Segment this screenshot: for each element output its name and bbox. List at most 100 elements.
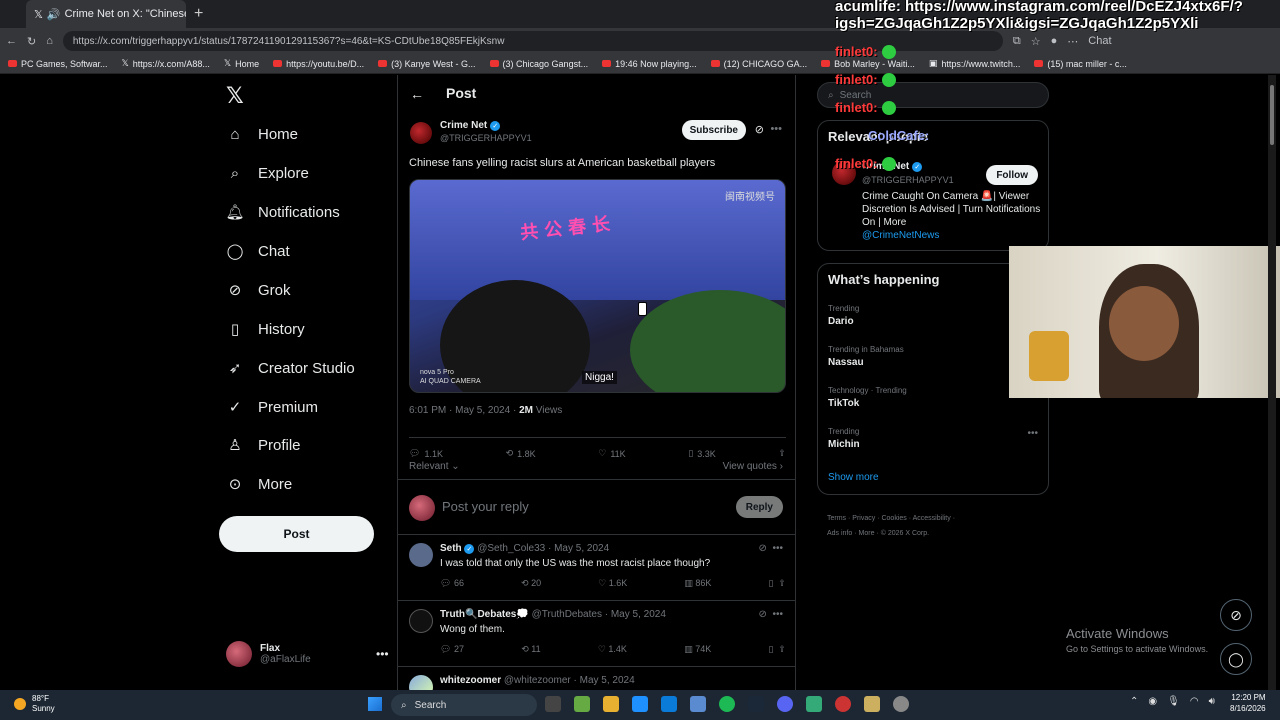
nav-history[interactable]: ▯ History bbox=[226, 320, 305, 339]
show-more-link[interactable]: Show more bbox=[828, 472, 879, 483]
x-logo-icon[interactable]: 𝕏 bbox=[226, 83, 244, 109]
bookmark-item[interactable]: 19:46 Now playing... bbox=[602, 59, 697, 69]
bookmark-item[interactable]: 𝕏https://x.com/A88... bbox=[122, 58, 210, 69]
notepad-icon[interactable] bbox=[806, 696, 822, 712]
follow-button[interactable]: Follow bbox=[986, 165, 1038, 185]
nav-premium[interactable]: ✓ Premium bbox=[226, 398, 318, 417]
reply-menu[interactable]: ⊘ ••• bbox=[759, 543, 783, 554]
windows-start-icon[interactable] bbox=[368, 697, 382, 711]
subscribe-button[interactable]: Subscribe bbox=[681, 120, 746, 140]
footer-link[interactable]: Accessibility bbox=[913, 515, 951, 522]
app-icon[interactable] bbox=[661, 696, 677, 712]
trend-item[interactable]: Technology · Trending TikTok bbox=[828, 386, 907, 409]
like-action[interactable]: ♡ 11K bbox=[598, 448, 625, 459]
task-view-icon[interactable] bbox=[545, 696, 561, 712]
browser-tab[interactable]: 𝕏 🔊 Crime Net on X: "Chinese fans ✕ bbox=[26, 0, 186, 28]
list-item[interactable]: Seth ✓ @Seth_Cole33 · May 5, 2024 ⊘ ••• … bbox=[398, 535, 795, 601]
repost-action[interactable]: ⟲ 20 bbox=[521, 578, 541, 589]
repost-action[interactable]: ⟲ 11 bbox=[521, 644, 540, 655]
grok-icon[interactable]: ⊘ bbox=[755, 123, 764, 136]
folder-icon[interactable] bbox=[603, 696, 619, 712]
bio-link[interactable]: @CrimeNetNews bbox=[862, 230, 939, 241]
list-item[interactable]: whitezoomer @whitezoomer · May 5, 2024 bbox=[398, 667, 795, 690]
nav-creator-studio[interactable]: ➶ Creator Studio bbox=[226, 359, 355, 378]
trend-item[interactable]: Trending Dario bbox=[828, 304, 859, 327]
reload-icon[interactable]: ↻ bbox=[27, 35, 36, 48]
extensions-icon[interactable]: ⧉ bbox=[1013, 35, 1021, 48]
new-tab-icon[interactable]: + bbox=[194, 5, 203, 23]
app-icon[interactable] bbox=[864, 696, 880, 712]
footer-link[interactable]: Cookies bbox=[881, 515, 906, 522]
taskbar-clock[interactable]: 12:20 PM 8/16/2026 bbox=[1230, 693, 1266, 715]
nav-more[interactable]: ⊙ More bbox=[226, 475, 292, 494]
bookmark-item[interactable]: PC Games, Softwar... bbox=[8, 59, 108, 69]
nav-grok[interactable]: ⊘ Grok bbox=[226, 281, 291, 300]
sort-dropdown[interactable]: Relevant ⌄ bbox=[409, 461, 460, 472]
footer-link[interactable]: Terms bbox=[827, 515, 846, 522]
list-item[interactable]: Truth🔍Debates💭 @TruthDebates · May 5, 20… bbox=[398, 601, 795, 667]
grok-float-button[interactable]: ⊘ bbox=[1220, 599, 1252, 631]
bookmark-action[interactable]: ▯ 3.3K bbox=[688, 448, 715, 459]
volume-icon[interactable]: 🔊︎ bbox=[1209, 696, 1215, 707]
app-icon[interactable] bbox=[574, 696, 590, 712]
bookmark-share-actions[interactable]: ▯ ⇪ bbox=[768, 578, 786, 589]
bookmark-item[interactable]: (3) Chicago Gangst... bbox=[489, 59, 588, 69]
share-action[interactable]: ⇪ bbox=[778, 448, 786, 459]
wifi-icon[interactable]: ◠ bbox=[1190, 696, 1199, 707]
messages-float-button[interactable]: ◯ bbox=[1220, 643, 1252, 675]
footer-link[interactable]: More bbox=[859, 530, 875, 537]
post-button[interactable]: Post bbox=[219, 516, 374, 552]
scrollbar[interactable] bbox=[1268, 75, 1276, 690]
chevron-up-icon[interactable]: ⌃ bbox=[1130, 696, 1138, 707]
reply-input[interactable]: Post your reply bbox=[442, 499, 529, 514]
like-action[interactable]: ♡ 1.6K bbox=[598, 578, 627, 589]
author-avatar[interactable] bbox=[410, 122, 432, 144]
back-icon[interactable]: ← bbox=[6, 35, 17, 47]
author-handle[interactable]: @TRIGGERHAPPYV1 bbox=[440, 133, 532, 143]
discord-icon[interactable] bbox=[777, 696, 793, 712]
bookmark-item[interactable]: (15) mac miller - c... bbox=[1034, 59, 1127, 69]
more-dots-icon[interactable]: ••• bbox=[770, 123, 782, 135]
bookmark-item[interactable]: https://youtu.be/D... bbox=[273, 59, 364, 69]
bookmark-item[interactable]: 𝕏 Home bbox=[224, 58, 259, 69]
bookmark-share-actions[interactable]: ▯ ⇪ bbox=[768, 644, 786, 655]
bookmark-item[interactable]: (3) Kanye West - G... bbox=[378, 59, 476, 69]
taskbar-search[interactable]: ⌕ Search bbox=[391, 694, 537, 716]
reply-action[interactable]: 💬︎ 66 bbox=[440, 578, 464, 589]
footer-link[interactable]: Privacy bbox=[852, 515, 875, 522]
avatar[interactable] bbox=[409, 543, 433, 567]
settings-gear-icon[interactable] bbox=[893, 696, 909, 712]
post-timestamp[interactable]: 6:01 PM · May 5, 2024 · bbox=[409, 405, 519, 416]
trend-item[interactable]: Trending Michin bbox=[828, 427, 860, 450]
spotify-icon[interactable] bbox=[719, 696, 735, 712]
view-quotes-link[interactable]: View quotes › bbox=[723, 461, 783, 472]
bookmark-item[interactable]: Bob Marley - Waiti... bbox=[821, 59, 915, 69]
like-action[interactable]: ♡ 1.4K bbox=[598, 644, 627, 655]
views-action[interactable]: ▥ 74K bbox=[684, 644, 711, 655]
copilot-chat-button[interactable]: Chat bbox=[1088, 35, 1111, 47]
reply-button[interactable]: Reply bbox=[735, 496, 783, 518]
menu-icon[interactable]: ⋯ bbox=[1067, 35, 1078, 48]
author-name[interactable]: Crime Net bbox=[440, 120, 487, 131]
footer-link[interactable]: Ads info bbox=[827, 530, 852, 537]
reply-action[interactable]: 💬︎ 1.1K bbox=[409, 448, 443, 459]
star-icon[interactable]: ☆ bbox=[1031, 35, 1041, 48]
trend-item[interactable]: Trending in Bahamas Nassau bbox=[828, 345, 904, 368]
network-icon[interactable]: ◉ bbox=[1148, 696, 1157, 707]
post-video[interactable]: 共公春长 闽南视频号 nova 5 Pro AI QUAD CAMERA Nig… bbox=[409, 179, 786, 393]
steam-icon[interactable] bbox=[748, 696, 764, 712]
app-icon[interactable] bbox=[835, 696, 851, 712]
repost-action[interactable]: ⟲ 1.8K bbox=[506, 448, 536, 459]
reply-action[interactable]: 💬︎ 27 bbox=[440, 644, 464, 655]
bookmark-item[interactable]: ▣ https://www.twitch... bbox=[929, 58, 1021, 69]
nav-chat[interactable]: ◯ Chat bbox=[226, 242, 290, 261]
nav-home[interactable]: ⌂ Home bbox=[226, 125, 298, 143]
person-handle[interactable]: @TRIGGERHAPPYV1 bbox=[862, 175, 954, 185]
weather-widget[interactable]: 88°F Sunny bbox=[14, 694, 55, 713]
home-icon[interactable]: ⌂ bbox=[46, 35, 53, 47]
account-switcher[interactable]: Flax @aFlaxLife ••• bbox=[226, 641, 389, 667]
avatar[interactable]: ● bbox=[1051, 35, 1058, 47]
avatar[interactable] bbox=[409, 675, 433, 690]
scrollbar-thumb[interactable] bbox=[1270, 85, 1274, 145]
microphone-icon[interactable]: 🎙︎ bbox=[1167, 696, 1180, 707]
